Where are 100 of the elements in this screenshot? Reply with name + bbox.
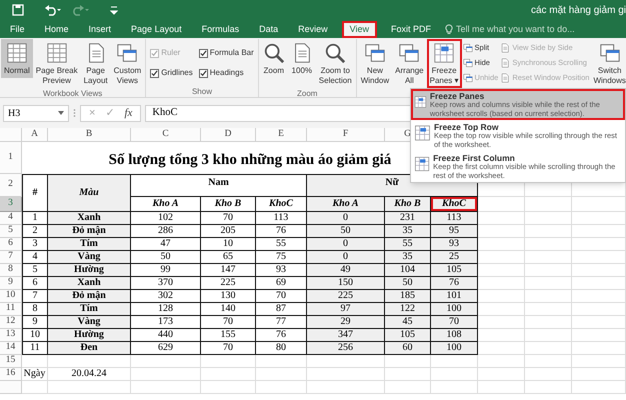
table-cell: Vàng [48,251,131,264]
table-cell: 3 [22,238,48,251]
save-icon[interactable] [12,4,24,16]
window-icon [598,42,621,64]
check-icon [151,50,158,56]
customize-icon[interactable] [110,5,118,15]
table-cell: 347 [307,329,385,342]
row-header: 10 [6,291,16,301]
ribbon-tab[interactable]: Home [38,21,75,38]
table-cell: 60 [385,342,431,355]
row-header: 11 [6,304,16,314]
ribbon-button[interactable]: Switch Windows [590,39,626,88]
table-cell: 69 [256,277,307,290]
page-icon [500,58,510,68]
column-header: G [404,130,411,140]
table-cell: 629 [131,342,201,355]
ribbon-tab[interactable]: Foxit PDF [385,21,438,38]
table-cell: 55 [256,238,307,251]
row-header: 14 [6,343,16,353]
column-header: B [86,130,92,140]
ribbon-tab[interactable]: File [4,21,31,38]
column-header: A [31,130,38,140]
checkbox[interactable] [150,68,160,78]
ribbon-button[interactable]: Normal [1,39,33,78]
table-cell: Xanh [48,277,131,290]
ribbon-button[interactable]: Arrange All [392,39,427,88]
table-cell: 105 [385,329,431,342]
tell-me-field[interactable]: Tell me what you want to do... [445,21,575,38]
window-icon [398,42,420,64]
checkbox[interactable] [198,68,208,78]
menu-item-title: Freeze First Column [433,153,516,163]
row-header: 7 [8,252,13,262]
table-cell: 80 [256,342,307,355]
window-icon [462,72,473,82]
table-cell: 70 [256,290,307,303]
table-cell: 102 [131,212,201,225]
table-cell: 113 [431,212,478,225]
table-cell: 440 [131,329,201,342]
ribbon-tab[interactable]: Formulas [196,21,246,38]
row-header: 6 [8,239,13,249]
ribbon-button[interactable]: Page Layout [80,39,111,88]
ribbon-tab[interactable]: Insert [82,21,118,38]
checkbox-option[interactable]: Formula Bar [198,47,254,59]
table-cell: 45 [385,316,431,329]
ribbon-button[interactable]: New Window [358,39,392,88]
table-cell: 97 [307,303,385,316]
table-cell: 50 [385,277,431,290]
grid-icon [46,42,68,64]
table-cell: 93 [256,264,307,277]
table-header: Kho A [131,197,201,212]
ribbon-button[interactable]: Zoom [260,39,288,78]
insert-function-button[interactable]: fx [124,104,132,122]
table-cell: 108 [431,329,478,342]
table-cell: 76 [256,225,307,238]
table-cell: 76 [256,329,307,342]
checkbox-option[interactable]: Headings [198,67,254,79]
checkbox[interactable] [198,48,208,58]
ribbon-button[interactable]: Zoom to Selection [316,39,355,88]
undo-icon[interactable] [44,4,62,16]
table-cell: 9 [22,316,48,329]
ribbon-tab[interactable]: Page Layout [125,21,188,38]
table-cell: 50 [131,251,201,264]
check-icon [200,50,207,56]
table-header: Kho A [307,197,385,212]
table-header: Màu [48,174,131,212]
table-cell: 70 [201,316,256,329]
table-cell: Đỏ mận [48,225,131,238]
table-cell: 47 [131,238,201,251]
name-box[interactable]: H3 [3,104,69,122]
ribbon-button[interactable]: Custom Views [110,39,144,88]
table-cell: 99 [131,264,201,277]
page-icon [500,72,510,82]
column-header: D [224,130,232,140]
table-cell: 29 [307,316,385,329]
checkbox-option[interactable]: Gridlines [150,67,193,79]
table-cell: 5 [22,264,48,277]
table-cell: 104 [385,264,431,277]
check-icon [200,70,207,76]
group-label: Workbook Views [42,88,102,97]
ribbon-button[interactable]: 100% [288,39,316,78]
table-cell: 128 [131,303,201,316]
table-cell: 101 [431,290,478,303]
table-cell: Đỏ mận [48,290,131,303]
ribbon-tab[interactable]: Data [253,21,284,38]
table-cell: 76 [431,277,478,290]
ribbon-tab[interactable]: View [342,21,377,38]
table-cell: 155 [201,329,256,342]
table-cell: 49 [307,264,385,277]
ribbon-button[interactable]: Freeze Panes ▾ [426,39,462,88]
table-cell: 70 [431,316,478,329]
table-cell: Xanh [48,212,131,225]
table-cell: 77 [256,316,307,329]
ribbon-button[interactable]: Page Break Preview [32,39,81,88]
table-cell: 100 [431,303,478,316]
menu-item-title: Freeze Panes [430,91,486,101]
ribbon-tab[interactable]: Review [292,21,334,38]
table-cell: 95 [431,225,478,238]
group-label: Zoom [297,88,318,97]
row-header: 4 [8,213,13,223]
row-header: 12 [6,317,16,327]
